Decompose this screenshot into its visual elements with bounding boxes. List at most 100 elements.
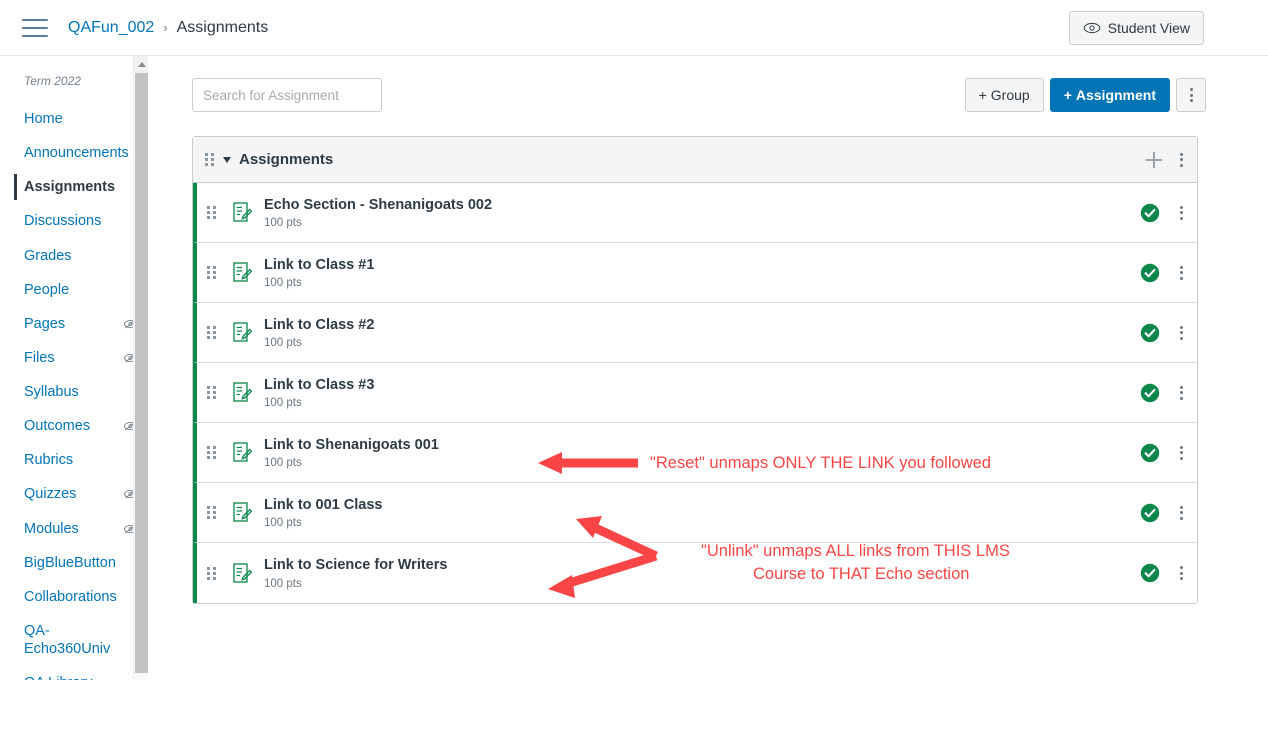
drag-handle-icon[interactable] <box>207 206 216 219</box>
drag-handle-icon[interactable] <box>205 153 214 166</box>
sidebar-item-label: Rubrics <box>24 452 74 469</box>
add-assignment-label: Assignment <box>1075 87 1156 103</box>
plus-sign-icon: + <box>978 87 987 103</box>
sidebar-item-assignments[interactable]: Assignments <box>0 170 148 204</box>
assignment-points: 100 pts <box>264 397 302 410</box>
add-group-button[interactable]: + Group <box>964 78 1044 112</box>
sidebar-item-qa-echo360univ[interactable]: QA-Echo360Univ <box>0 614 148 666</box>
assignment-row[interactable]: Link to Class #2 100 pts <box>193 303 1197 363</box>
assignment-title[interactable]: Link to 001 Class <box>264 496 382 515</box>
drag-handle-icon[interactable] <box>207 566 216 580</box>
sidebar-item-label: Syllabus <box>24 384 79 400</box>
assignment-title[interactable]: Link to Shenanigoats 001 <box>264 436 439 455</box>
assignment-document-icon <box>233 562 252 583</box>
assignment-row-menu-icon[interactable] <box>1180 265 1183 280</box>
assignment-row-menu-icon[interactable] <box>1180 385 1183 400</box>
published-check-icon[interactable] <box>1140 323 1160 343</box>
sidebar-item-files[interactable]: Files <box>0 341 148 375</box>
assignment-document-icon <box>233 382 252 402</box>
assignment-row[interactable]: Link to 001 Class 100 pts <box>193 483 1197 543</box>
assignment-document-icon <box>233 502 252 522</box>
published-check-icon[interactable] <box>1140 383 1160 403</box>
drag-handle-icon[interactable] <box>207 326 216 339</box>
sidebar-item-pages[interactable]: Pages <box>0 307 148 341</box>
assignment-list: Echo Section - Shenanigoats 002 100 pts Li… <box>193 183 1197 603</box>
sidebar-item-home[interactable]: Home <box>0 102 148 136</box>
sidebar-item-announcements[interactable]: Announcements <box>0 136 148 170</box>
assignment-group-menu-icon[interactable] <box>1180 152 1183 167</box>
sidebar-item-label: Files <box>24 349 55 366</box>
drag-handle-icon[interactable] <box>207 446 216 459</box>
published-check-icon[interactable] <box>1140 563 1160 583</box>
sidebar-item-collaborations[interactable]: Collaborations <box>0 580 148 614</box>
add-assignment-button[interactable]: + Assignment <box>1049 78 1170 112</box>
assignment-document-icon <box>233 322 252 342</box>
assignment-title[interactable]: Link to Class #2 <box>264 316 374 335</box>
published-check-icon[interactable] <box>1140 203 1160 223</box>
sidebar-item-modules[interactable]: Modules <box>0 512 148 546</box>
student-view-button[interactable]: Student View <box>1068 11 1204 45</box>
assignment-info: Link to Class #2 100 pts <box>264 316 374 350</box>
assignment-row-actions <box>1140 503 1197 523</box>
sidebar-item-label: Quizzes <box>24 486 77 503</box>
drag-handle-icon[interactable] <box>207 506 216 519</box>
eye-icon <box>1083 22 1101 34</box>
add-group-label: Group <box>990 87 1030 103</box>
published-check-icon[interactable] <box>1140 263 1160 283</box>
term-label: Term 2022 <box>24 74 81 88</box>
assignment-row[interactable]: Link to Science for Writers 100 pts <box>193 543 1197 603</box>
sidebar-item-syllabus[interactable]: Syllabus <box>0 375 148 409</box>
assignment-row-menu-icon[interactable] <box>1180 445 1183 460</box>
assignments-main: + Group + Assignment Assignments <box>148 56 1268 680</box>
annotation-note-unlink-line2: Course to THAT Echo section <box>753 565 970 583</box>
sidebar-item-grades[interactable]: Grades <box>0 239 148 273</box>
assignment-row[interactable]: Link to Shenanigoats 001 100 pts <box>193 423 1197 483</box>
assignment-document-icon <box>233 202 252 222</box>
assignments-options-button[interactable] <box>1176 78 1206 112</box>
assignment-row-menu-icon[interactable] <box>1180 325 1183 340</box>
assignment-group-actions <box>1146 151 1183 168</box>
sidebar-item-people[interactable]: People <box>0 273 148 307</box>
scrollbar-thumb[interactable] <box>135 73 148 673</box>
assignment-points: 100 pts <box>264 577 302 590</box>
published-check-icon[interactable] <box>1140 443 1160 463</box>
assignment-row-actions <box>1140 443 1197 463</box>
assignment-row-actions <box>1140 383 1197 403</box>
sidebar-item-bigbluebutton[interactable]: BigBlueButton <box>0 546 148 580</box>
sidebar-item-label: Modules <box>24 520 79 537</box>
assignment-row-menu-icon[interactable] <box>1180 205 1183 220</box>
assignment-row-menu-icon[interactable] <box>1180 566 1183 580</box>
sidebar-scrollbar[interactable] <box>133 56 148 680</box>
assignment-info: Echo Section - Shenanigoats 002 100 pts <box>264 196 492 230</box>
assignment-row[interactable]: Echo Section - Shenanigoats 002 100 pts <box>193 183 1197 243</box>
assignment-info: Link to 001 Class 100 pts <box>264 496 382 530</box>
breadcrumb-current: Assignments <box>176 18 269 36</box>
assignment-title[interactable]: Link to Science for Writers <box>264 556 447 575</box>
drag-handle-icon[interactable] <box>207 266 216 279</box>
assignment-row-menu-icon[interactable] <box>1180 505 1183 520</box>
sidebar-item-qa-library-echo360-univ[interactable]: QA Library - Echo360 Univ <box>0 666 148 680</box>
course-navigation-sidebar: Term 2022 Home Announcements Assignments Di… <box>0 56 148 680</box>
sidebar-item-discussions[interactable]: Discussions <box>0 204 148 238</box>
assignment-row[interactable]: Link to Class #3 100 pts <box>193 363 1197 423</box>
breadcrumb-course-link[interactable]: QAFun_002 <box>68 19 154 37</box>
sidebar-item-label: Assignments <box>24 179 116 196</box>
published-check-icon[interactable] <box>1140 503 1160 523</box>
sidebar-item-quizzes[interactable]: Quizzes <box>0 477 148 511</box>
assignment-title[interactable]: Echo Section - Shenanigoats 002 <box>264 196 492 215</box>
hamburger-icon[interactable] <box>22 18 48 37</box>
assignment-row[interactable]: Link to Class #1 100 pts <box>193 243 1197 303</box>
scroll-up-arrow-icon[interactable] <box>134 56 148 73</box>
assignment-group-title: Assignments <box>239 151 334 168</box>
assignment-title[interactable]: Link to Class #3 <box>264 376 374 395</box>
toolbar-actions: + Group + Assignment <box>964 78 1206 112</box>
search-input[interactable] <box>192 78 382 112</box>
drag-handle-icon[interactable] <box>207 386 216 399</box>
sidebar-item-rubrics[interactable]: Rubrics <box>0 443 148 477</box>
assignment-points: 100 pts <box>264 457 302 470</box>
sidebar-item-outcomes[interactable]: Outcomes <box>0 409 148 443</box>
add-assignment-to-group-icon[interactable] <box>1146 151 1162 168</box>
assignment-points: 100 pts <box>264 217 302 230</box>
caret-down-icon[interactable] <box>223 156 231 163</box>
assignment-title[interactable]: Link to Class #1 <box>264 256 374 275</box>
